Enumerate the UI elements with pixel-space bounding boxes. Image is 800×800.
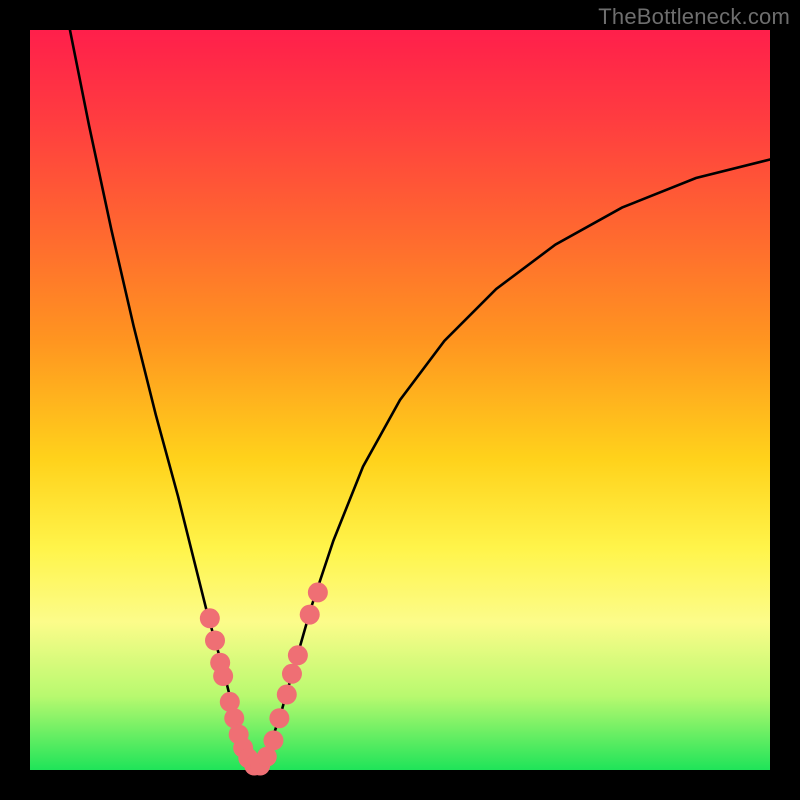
bottleneck-curve <box>70 30 770 766</box>
sample-point <box>263 730 283 750</box>
sample-point <box>269 708 289 728</box>
sample-points-group <box>200 582 328 775</box>
sample-point <box>200 608 220 628</box>
sample-point <box>282 664 302 684</box>
plot-area <box>30 30 770 770</box>
sample-point <box>205 631 225 651</box>
sample-point <box>288 645 308 665</box>
sample-point <box>300 605 320 625</box>
sample-point <box>277 685 297 705</box>
sample-point <box>308 582 328 602</box>
chart-frame: TheBottleneck.com <box>0 0 800 800</box>
watermark-text: TheBottleneck.com <box>598 4 790 30</box>
chart-svg <box>30 30 770 770</box>
sample-point <box>213 666 233 686</box>
